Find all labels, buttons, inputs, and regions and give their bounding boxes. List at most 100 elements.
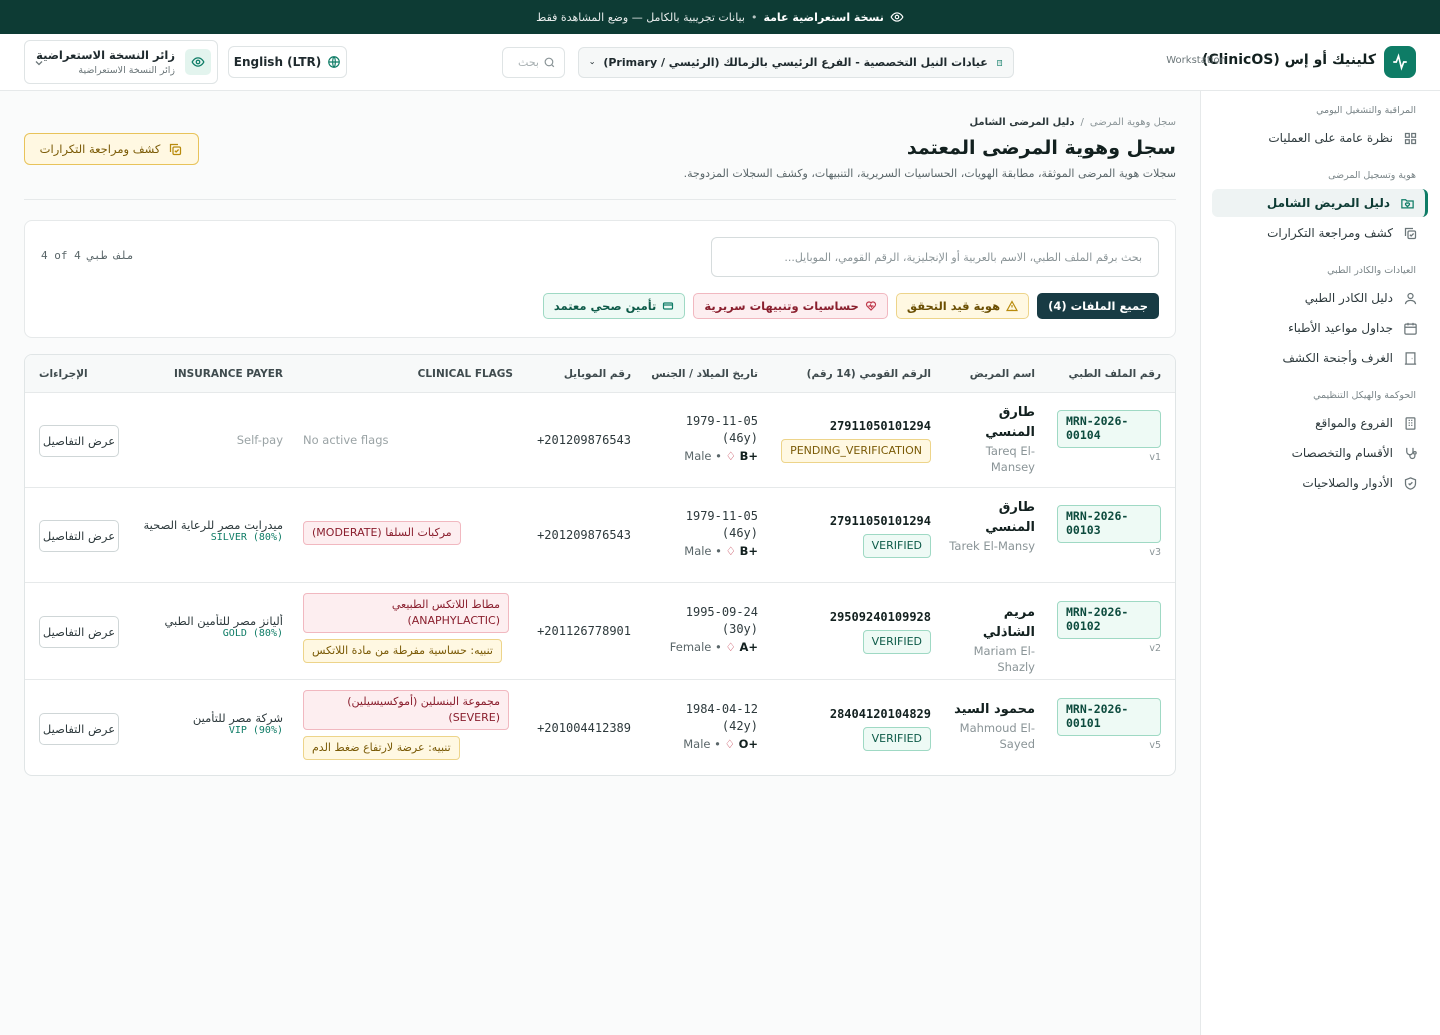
view-details-button[interactable]: عرض التفاصيل [39, 425, 119, 457]
sidebar-item-medical-staff[interactable]: دليل الكادر الطبي [1212, 284, 1428, 312]
duplicates-button[interactable]: كشف ومراجعة التكرارات [24, 133, 199, 165]
filter-chip-all[interactable]: جميع الملفات (4) [1037, 293, 1159, 319]
clinical-flags: No active flags [303, 433, 513, 447]
table-row[interactable]: MRN-2026-00101 v5 محمود السيد Mahmoud El… [25, 680, 1175, 775]
national-id: 27911050101294 VERIFIED [830, 514, 931, 558]
main-content: سجل وهوية المرضى / دليل المرضى الشامل سج… [0, 91, 1200, 1035]
breadcrumb-root[interactable]: سجل وهوية المرضى [1090, 117, 1176, 128]
sidebar-item-roles[interactable]: الأدوار والصلاحيات [1212, 469, 1428, 497]
col-mobile[interactable]: رقم الموبايل [564, 368, 631, 380]
breadcrumb: سجل وهوية المرضى / دليل المرضى الشامل [969, 117, 1177, 128]
insurance: شركة مصر للتأمين VIP (90%) [133, 711, 283, 736]
eye-icon [185, 49, 211, 75]
clinical-flags: مجموعة البنسلين (أموكسيسيلين) (SEVERE) ت… [303, 690, 513, 760]
branch-select[interactable]: عيادات النيل التخصصية - الفرع الرئيسي با… [578, 47, 1014, 78]
record-version: v5 [1149, 740, 1161, 751]
mrn-badge[interactable]: MRN-2026-00102 [1057, 601, 1161, 639]
user-name: زائر النسخة الاستعراضية [36, 48, 175, 62]
blood-drop-icon: ♢ [725, 449, 736, 463]
insurance-tier: SILVER (80%) [210, 532, 283, 543]
folder-heart-icon [1401, 198, 1414, 208]
language-toggle[interactable]: English (LTR) [228, 46, 347, 78]
filter-chips: جميع الملفات (4) هوية قيد التحقق حساسيات… [542, 293, 1159, 319]
patient-name: طارق المنسي Tareq El-Mansey [949, 403, 1035, 475]
insurance-name: ميدرايت مصر للرعاية الصحية [143, 518, 283, 532]
page-subtitle: سجلات هوية المرضى الموثقة، مطابقة الهويا… [683, 167, 1176, 180]
sidebar-section-title: الحوكمة والهيكل التنظيمي [1313, 390, 1416, 401]
sidebar-item-label: دليل المريض الشامل [1266, 196, 1390, 210]
building-icon [996, 59, 1002, 66]
patient-name-ar: طارق المنسي [985, 500, 1035, 535]
patient-name-en: Tareq El-Mansey [985, 444, 1035, 474]
allergy-flag: مجموعة البنسلين (أموكسيسيلين) (SEVERE) [303, 690, 509, 730]
mrn-badge[interactable]: MRN-2026-00104 [1057, 410, 1161, 448]
table-row[interactable]: MRN-2026-00103 v3 طارق المنسي Tarek El-M… [25, 488, 1175, 583]
sidebar-item-label: جداول مواعيد الأطباء [1288, 321, 1393, 335]
patient-name: طارق المنسي Tarek El-Mansy [949, 498, 1035, 554]
sidebar: المراقبة والتشغيل اليومي نظرة عامة على ا… [1200, 91, 1440, 1035]
mobile-number: +201004412389 [537, 721, 631, 735]
global-search-placeholder: بحث [518, 56, 539, 69]
chevron-down-icon [35, 61, 43, 66]
copy-check-icon [1404, 227, 1417, 239]
warning-icon [1006, 300, 1019, 312]
table-row[interactable]: MRN-2026-00102 v2 مريم الشاذلي Mariam El… [25, 583, 1175, 680]
col-mrn[interactable]: رقم الملف الطبي [1068, 368, 1161, 380]
table-header: رقم الملف الطبي اسم المريض الرقم القومي … [25, 355, 1175, 393]
col-flags: CLINICAL FLAGS [417, 368, 513, 380]
insurance: ميدرايت مصر للرعاية الصحية SILVER (80%) [133, 518, 283, 543]
filter-card: بحث برقم الملف الطبي، الاسم بالعربية أو … [24, 220, 1176, 338]
copy-check-icon [170, 143, 182, 155]
chevron-down-icon [590, 61, 594, 64]
status-badge: VERIFIED [862, 534, 931, 558]
mobile-number: +201209876543 [537, 433, 631, 447]
alert-flag: تنبيه: عرضة لارتفاع ضغط الدم [303, 736, 460, 760]
view-details-button[interactable]: عرض التفاصيل [39, 520, 119, 552]
dob-gender: 1995-09-24 (30y) Female • ♢ A+ [669, 605, 758, 654]
col-name[interactable]: اسم المريض [970, 368, 1035, 380]
dob-gender: 1984-04-12 (42y) Male • ♢ O+ [683, 702, 758, 751]
mrn-badge[interactable]: MRN-2026-00101 [1057, 698, 1161, 736]
clinical-flags: مركبات السلفا (MODERATE) [303, 521, 513, 545]
record-version: v2 [1149, 643, 1161, 654]
blood-drop-icon: ♢ [724, 737, 735, 751]
sidebar-item-duplicates[interactable]: كشف ومراجعة التكرارات [1212, 219, 1428, 247]
patient-name-ar: مريم الشاذلي [982, 605, 1035, 640]
blood-drop-icon: ♢ [725, 640, 736, 654]
insurance-tier: GOLD (80%) [222, 628, 283, 639]
view-details-button[interactable]: عرض التفاصيل [39, 616, 119, 648]
user-menu[interactable]: زائر النسخة الاستعراضية زائر النسخة الاس… [24, 40, 218, 84]
sidebar-item-branches[interactable]: الفروع والمواقع [1212, 409, 1428, 437]
status-badge: VERIFIED [862, 630, 931, 654]
mrn-badge[interactable]: MRN-2026-00103 [1057, 505, 1161, 543]
sidebar-item-patient-directory[interactable]: دليل المريض الشامل [1212, 189, 1428, 217]
patients-table: رقم الملف الطبي اسم المريض الرقم القومي … [24, 354, 1176, 776]
filter-chip-allergy[interactable]: حساسيات وتنبيهات سريرية [693, 293, 888, 319]
calendar-icon [1404, 322, 1417, 335]
demo-banner: نسخة استعراضية عامة • بيانات تجريبية بال… [0, 0, 1440, 34]
sidebar-item-label: الغرف وأجنحة الكشف [1282, 351, 1393, 365]
filter-chip-pending[interactable]: هوية قيد التحقق [895, 293, 1030, 319]
sidebar-item-departments[interactable]: الأقسام والتخصصات [1212, 439, 1428, 467]
sidebar-item-label: كشف ومراجعة التكرارات [1267, 226, 1393, 240]
view-details-button[interactable]: عرض التفاصيل [39, 713, 119, 745]
sidebar-item-rooms[interactable]: الغرف وأجنحة الكشف [1212, 344, 1428, 372]
col-insurance: INSURANCE PAYER [173, 368, 283, 380]
brand-logo[interactable] [1384, 46, 1416, 78]
branch-select-value: عيادات النيل التخصصية - الفرع الرئيسي با… [603, 56, 988, 69]
filter-chip-insured[interactable]: تأمين صحي معتمد [542, 293, 686, 319]
mobile-number: +201126778901 [537, 624, 631, 638]
col-national-id[interactable]: الرقم القومي (14 رقم) [807, 368, 931, 380]
allergy-flag: مركبات السلفا (MODERATE) [303, 521, 461, 545]
building-icon [1405, 416, 1416, 430]
national-id: 28404120104829 VERIFIED [830, 707, 931, 751]
col-dob[interactable]: تاريخ الميلاد / الجنس [651, 368, 758, 380]
global-search[interactable]: بحث [502, 47, 565, 78]
patient-name-ar: طارق المنسي [985, 405, 1035, 440]
table-row[interactable]: MRN-2026-00104 v1 طارق المنسي Tareq El-M… [25, 393, 1175, 488]
col-actions: الإجراءات [39, 368, 88, 380]
sidebar-item-operations-overview[interactable]: نظرة عامة على العمليات [1212, 124, 1428, 152]
sidebar-item-doctor-schedules[interactable]: جداول مواعيد الأطباء [1212, 314, 1428, 342]
patient-search-input[interactable]: بحث برقم الملف الطبي، الاسم بالعربية أو … [711, 237, 1159, 277]
heart-pulse-icon [865, 301, 876, 311]
